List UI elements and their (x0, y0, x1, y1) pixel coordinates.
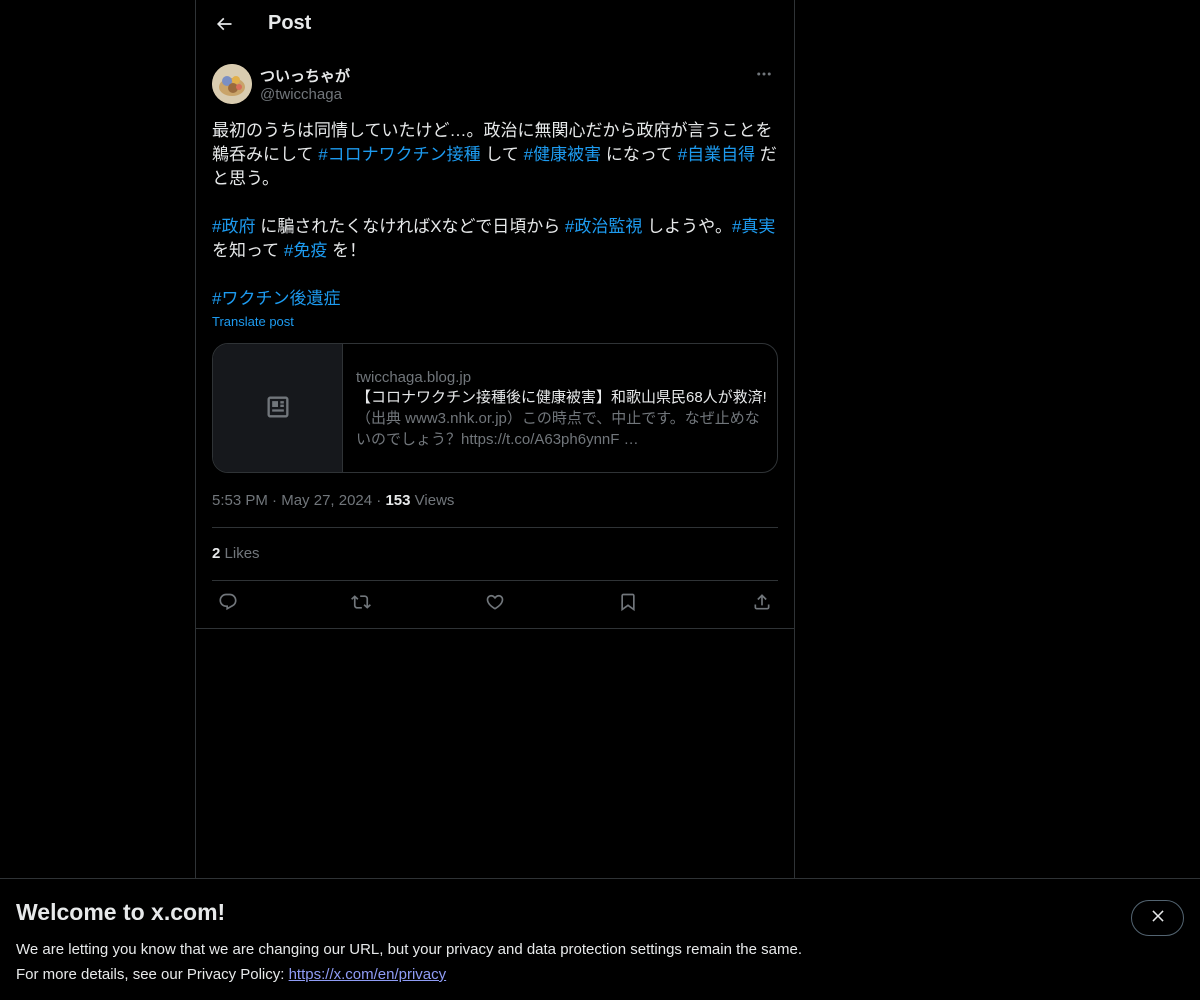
reply-button[interactable] (212, 588, 244, 620)
hashtag-link[interactable]: #健康被害 (524, 145, 601, 164)
avatar[interactable] (212, 64, 252, 104)
author-handle[interactable]: @twicchaga (260, 86, 342, 103)
hashtag-link[interactable]: #ワクチン後遺症 (212, 289, 340, 308)
views-count: 153 (385, 492, 411, 509)
hashtag-link[interactable]: #免疫 (284, 241, 327, 260)
tweet-paragraph: #ワクチン後遺症 (212, 287, 778, 311)
likes-count: 2 (212, 545, 221, 562)
close-icon (1149, 907, 1167, 930)
post-column: Post ついっちゃが @twicchaga 最初のうちは同情していたけど…。政… (195, 0, 795, 1000)
banner-line-prefix: For more details, see our Privacy Policy… (16, 966, 289, 983)
tweet-paragraph: 最初のうちは同情していたけど…。政治に無関心だから政府が言うことを鵜呑みにして … (212, 119, 778, 191)
more-horizontal-icon (755, 65, 773, 88)
action-bar (212, 588, 778, 620)
post-date[interactable]: May 27, 2024 (281, 492, 372, 509)
more-button[interactable] (750, 64, 778, 88)
banner-line: For more details, see our Privacy Policy… (16, 962, 802, 987)
bookmark-icon (618, 592, 638, 617)
link-card[interactable]: twicchaga.blog.jp 【コロナワクチン接種後に健康被害】和歌山県民… (212, 343, 778, 473)
text-segment: に騙されたくなければXなどで日頃から (255, 217, 565, 236)
bookmark-button[interactable] (612, 588, 644, 620)
likes-label: Likes (224, 545, 260, 562)
banner-title: Welcome to x.com! (16, 899, 226, 925)
hashtag-link[interactable]: #コロナワクチン接種 (318, 145, 480, 164)
translate-post-link[interactable]: Translate post (212, 314, 294, 329)
likes-link[interactable]: 2 Likes (212, 545, 260, 562)
divider (196, 628, 794, 629)
repost-icon (351, 592, 371, 617)
divider (212, 527, 778, 528)
share-button[interactable] (746, 588, 778, 620)
privacy-policy-link[interactable]: https://x.com/en/privacy (289, 966, 447, 983)
banner-text: We are letting you know that we are chan… (16, 937, 802, 987)
arrow-left-icon (214, 14, 234, 39)
tweet-paragraph: #政府 に騙されたくなければXなどで日頃から #政治監視 しようや。#真実 を知… (212, 215, 778, 263)
card-body: twicchaga.blog.jp 【コロナワクチン接種後に健康被害】和歌山県民… (356, 368, 766, 450)
meta-separator: · (272, 492, 278, 509)
divider (212, 580, 778, 581)
hashtag-link[interactable]: #政府 (212, 217, 255, 236)
text-segment: になって (601, 145, 678, 164)
post-time[interactable]: 5:53 PM (212, 492, 268, 509)
hashtag-link[interactable]: #政治監視 (565, 217, 642, 236)
like-button[interactable] (479, 588, 511, 620)
views-label: Views (414, 492, 455, 509)
banner-line: We are letting you know that we are chan… (16, 941, 802, 958)
repost-button[interactable] (345, 588, 377, 620)
reply-icon (218, 592, 238, 617)
tweet-text: 最初のうちは同情していたけど…。政治に無関心だから政府が言うことを鵜呑みにして … (212, 119, 778, 311)
text-segment: を知って (212, 241, 284, 260)
card-description: （出典 www3.nhk.or.jp）この時点で、中止です。なぜ止めないのでしょ… (356, 410, 760, 448)
back-button[interactable] (206, 8, 242, 44)
page-title: Post (268, 12, 312, 34)
text-segment: しようや。 (642, 217, 732, 236)
banner-close-button[interactable] (1131, 900, 1184, 936)
article-icon (264, 393, 292, 426)
card-domain: twicchaga.blog.jp (356, 369, 472, 386)
post-meta: 5:53 PM · May 27, 2024 · 153 Views (212, 492, 454, 509)
card-title: 【コロナワクチン接種後に健康被害】和歌山県民68人が救済! (356, 389, 766, 406)
text-segment: して (480, 145, 524, 164)
card-thumbnail (213, 344, 343, 472)
meta-separator: · (376, 492, 382, 509)
hashtag-link[interactable]: #自業自得 (678, 145, 755, 164)
url-change-banner: Welcome to x.com! We are letting you kno… (0, 878, 1200, 1000)
text-segment: を！ (327, 241, 367, 260)
author-display-name[interactable]: ついっちゃが (260, 65, 350, 86)
author-row: ついっちゃが @twicchaga (212, 64, 778, 108)
header: Post (196, 0, 794, 53)
hashtag-link[interactable]: #真実 (732, 217, 775, 236)
heart-icon (485, 592, 505, 617)
share-icon (752, 592, 772, 617)
